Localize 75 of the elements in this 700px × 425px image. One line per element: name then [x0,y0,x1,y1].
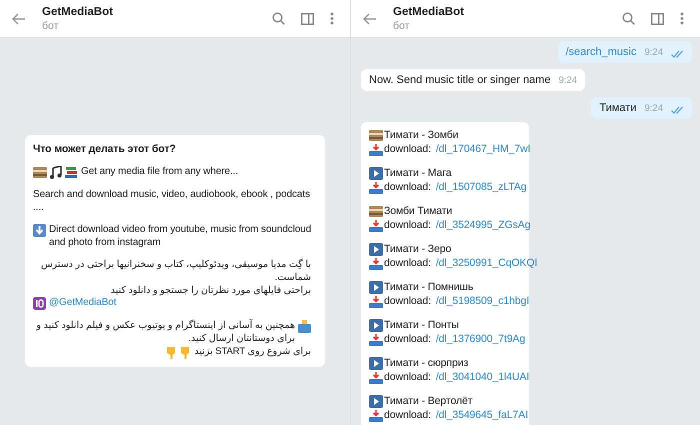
chat-subtitle: бот [42,20,60,32]
download-tray-icon [369,296,383,308]
menu-icon[interactable] [680,12,684,25]
download-label: download: [384,332,431,346]
track-title: Зомби Тимати [384,204,452,218]
play-icon [369,357,383,370]
download-label: download: [384,218,431,232]
download-link[interactable]: /dl_3041040_1l4UAI [436,370,530,384]
username-link[interactable]: @GetMediaBot [49,296,116,309]
persian-text: برای شروع روی START بزنید [194,345,311,358]
sidebar-toggle-icon[interactable] [651,12,664,24]
play-icon [369,243,383,256]
pointing-down-icon [166,346,178,359]
persian-text: براحتی فایلهای مورد نظرتان را جستجو و دانلود کنید [110,284,311,297]
download-link[interactable]: /dl_3549645_faL7AI [436,408,528,422]
download-label: download: [384,180,431,194]
play-icon [369,167,383,180]
menu-icon[interactable] [330,12,334,25]
play-icon [369,395,383,408]
chat-title: GetMediaBot [42,6,114,18]
intro-text: Direct download video from youtube, music from soundcloud and photo from instagram [49,223,312,249]
box-icon [369,205,383,218]
download-label: download: [384,256,431,270]
download-label: download: [384,294,431,308]
download-link[interactable]: /dl_3524995_ZGsAg [436,218,530,232]
chat-title: GetMediaBot [393,6,465,18]
download-link[interactable]: /dl_5198509_c1hbgI [436,294,530,308]
search-icon[interactable] [272,12,285,25]
download-tray-icon [369,258,383,270]
sidebar-toggle-icon[interactable] [301,12,314,24]
search-icon[interactable] [622,12,635,25]
message-time: 9:24 [644,103,663,114]
track-title: Тимати - Понты [384,318,459,332]
back-arrow-icon[interactable] [363,12,377,24]
download-label: download: [384,370,431,384]
download-tray-icon [369,144,383,156]
download-link[interactable]: /dl_170467_HM_7wI [436,142,530,156]
download-label: download: [384,408,431,422]
download-link[interactable]: /dl_1507085_zLTAg [436,180,527,194]
box-icon [369,129,383,142]
message-time: 9:24 [644,47,663,58]
download-tray-icon [369,334,383,346]
download-link[interactable]: /dl_1376900_7t9Ag [436,332,526,346]
books-icon [65,166,78,179]
message-text: Тимати [599,102,636,114]
chat-subtitle: бот [393,20,410,32]
track-title: Тимати - Зеро [384,242,452,256]
track-title: Тимати - Зомби [384,128,458,142]
back-arrow-icon[interactable] [12,12,26,24]
track-title: Тимати - Помнишь [384,280,474,294]
persian-text: همچنین به آسانی از اینستاگرام و یوتیوب عکس و فیلم دانلود کنید و برای دوستانتان ارسال کنید. [35,319,295,345]
play-icon [369,319,383,332]
message-text[interactable]: /search_music [566,46,636,58]
music-note-icon [50,166,62,179]
ballot-box-icon [298,320,311,333]
download-link[interactable]: /dl_3250991_CqOKQI [436,256,538,270]
pointing-down-icon [180,346,192,359]
track-title: Тимати - сюрприз [384,356,468,370]
download-tray-icon [369,182,383,194]
intro-text: Get any media file from any where... [81,165,238,178]
download-tray-icon [369,410,383,422]
download-tray-icon [369,372,383,384]
persian-text: با گِت مدیا موسیقی، ویدئوکلیپ، کتاب و سخنرانیها براحتی در دسترس شماست. [40,258,311,284]
id-badge-icon [33,297,46,310]
box-icon [33,166,47,179]
play-icon [369,281,383,294]
download-tray-icon [369,220,383,232]
download-icon [33,224,46,237]
track-title: Тимати - Вертолёт [384,394,472,408]
download-label: download: [384,142,431,156]
track-title: Тимати - Мага [384,166,452,180]
bot-info-title: Что может делать этот бот? [33,143,177,156]
intro-text: Search and download music, video, audiobook, ebook , podcats .... [33,188,311,214]
message-time: 9:24 [558,75,578,86]
message-text: Now. Send music title or singer name [369,74,551,86]
